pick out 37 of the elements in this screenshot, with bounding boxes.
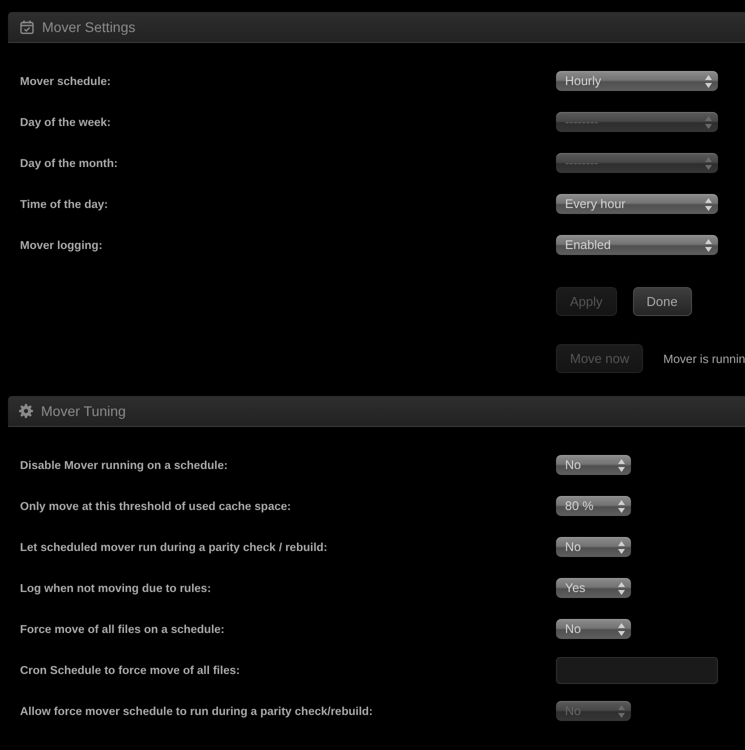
setting-label: Day of the week: [20,117,111,129]
setting-label: Let scheduled mover run during a parity check / rebuild: [20,542,328,554]
dropdown-select[interactable]: Every hour [556,194,718,214]
mover-status-text: Mover is runnin [663,352,745,366]
dropdown-select[interactable]: Hourly [556,71,718,91]
setting-label: Allow force mover schedule to run during a parity check/rebuild: [20,706,373,718]
dropdown-select[interactable]: No [556,455,631,475]
up-down-arrows-icon [705,74,712,88]
section-title: Mover Settings [42,19,136,35]
up-down-arrows-icon [705,198,712,210]
up-down-arrows-icon [705,238,712,252]
setting-label: Force move of all files on a schedule: [20,624,225,636]
up-down-arrows-icon [618,540,625,554]
dropdown-select[interactable]: Enabled [556,235,718,255]
setting-label: Day of the month: [20,158,118,170]
dropdown-select[interactable]: Yes [556,578,631,598]
setting-label: Disable Mover running on a schedule: [20,460,228,472]
calendar-check-icon [20,20,34,34]
gear-icon [19,404,33,418]
dropdown-select[interactable]: No [556,537,631,557]
up-down-arrows-icon [618,582,625,594]
setting-label: Time of the day: [20,199,108,211]
up-down-arrows-icon [618,704,625,718]
setting-label: Only move at this threshold of used cache space: [20,501,291,513]
section-title: Mover Tuning [41,403,126,419]
up-down-arrows-icon [618,458,625,472]
up-down-arrows-icon [705,156,712,170]
dropdown-select[interactable]: No [556,619,631,639]
setting-label: Mover schedule: [20,76,111,88]
setting-label: Mover logging: [20,240,102,252]
setting-label: Log when not moving due to rules: [20,583,212,595]
up-down-arrows-icon [705,116,712,128]
dropdown-select[interactable]: 80 % [556,496,631,516]
setting-label: Cron Schedule to force move of all files: [20,665,240,677]
up-down-arrows-icon [618,500,625,512]
action-button[interactable]: Done [632,287,692,316]
up-down-arrows-icon [618,622,625,636]
